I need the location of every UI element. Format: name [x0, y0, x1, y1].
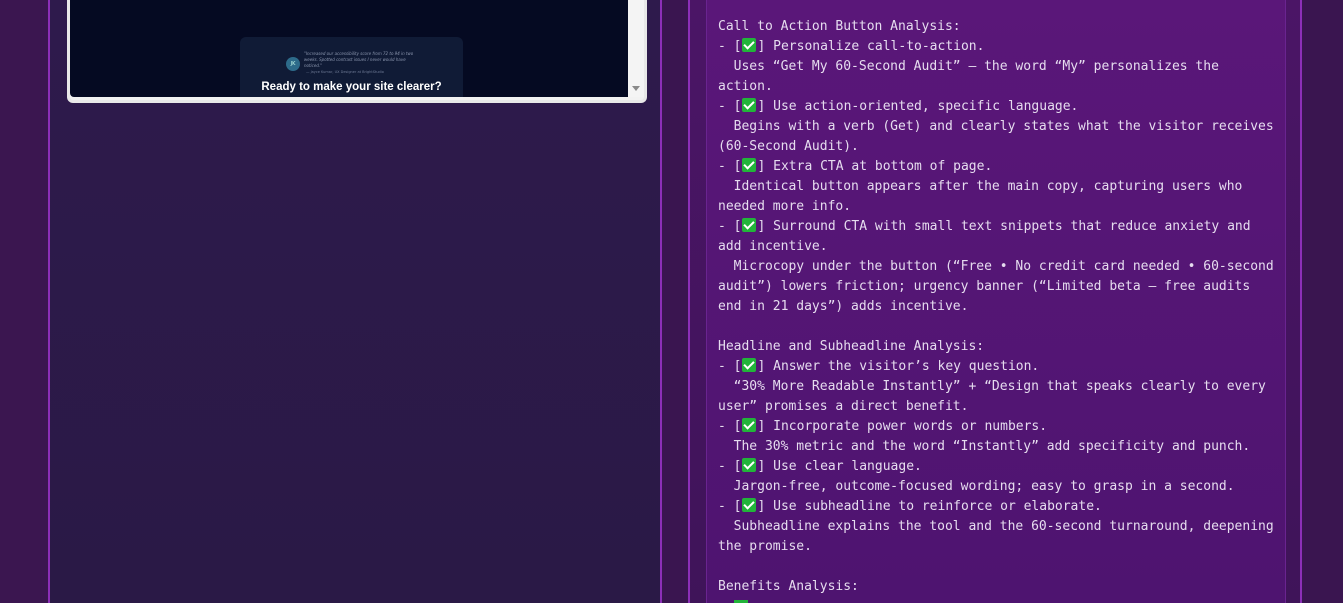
analysis-line: action. [718, 79, 773, 94]
analysis-text: Call to Action Button Analysis: - [] Pers… [718, 17, 1280, 597]
analysis-line: Headline and Subheadline Analysis: [718, 339, 985, 354]
testimonial-avatar: JK [286, 57, 300, 71]
scroll-down-arrow-icon[interactable] [632, 86, 640, 91]
checklist-item-text: Extra CTA at bottom of page. [773, 159, 993, 174]
checkmark-icon [742, 38, 757, 52]
analysis-line: Identical button appears after the main … [718, 179, 1243, 194]
analysis-line: Subheadline explains the tool and the 60… [718, 519, 1274, 534]
checklist-item: - [] Personalize call-to-action. [718, 38, 985, 54]
checkmark-icon [742, 98, 757, 112]
preview-viewport: JK "Increased our accessibility score fr… [70, 0, 628, 97]
analysis-line: The 30% metric and the word “Instantly” … [718, 439, 1251, 454]
checkmark-icon [742, 358, 757, 372]
checklist-item-text: Use action-oriented, specific language. [773, 99, 1079, 114]
testimonial-author: — Jayce Kumar, UX Designer at BrightStud… [306, 70, 384, 74]
outer-margin-right [1302, 0, 1343, 603]
checklist-item-text: Incorporate power words or numbers. [773, 419, 1048, 434]
analysis-line: Call to Action Button Analysis: [718, 19, 961, 34]
checklist-item: - [] Use action-oriented, specific langu… [718, 98, 1079, 114]
checkmark-icon [742, 218, 757, 232]
analysis-line: needed more info. [718, 199, 852, 214]
checklist-item-text: Surround CTA with small text snippets th… [773, 219, 1251, 234]
panel-gap [662, 0, 688, 603]
analysis-line: Benefits Analysis: [718, 579, 859, 594]
checklist-item: - [] Use subheadline to reinforce or ela… [718, 498, 1102, 514]
analysis-line: end in 21 days”) adds incentive. [718, 299, 969, 314]
analysis-panel: Call to Action Button Analysis: - [] Pers… [688, 0, 1302, 603]
cta-heading: Ready to make your site clearer? [261, 81, 442, 93]
preview-panel: JK "Increased our accessibility score fr… [48, 0, 662, 603]
analysis-line: add incentive. [718, 239, 828, 254]
checklist-item: - [] Answer the visitor’s key question. [718, 358, 1040, 374]
analysis-line: Uses “Get My 60-Second Audit” — the word… [718, 59, 1219, 74]
analysis-line: user” promises a direct benefit. [718, 399, 969, 414]
checkmark-icon [742, 158, 757, 172]
outer-margin-left [0, 0, 48, 603]
analysis-line: Microcopy under the button (“Free • No c… [718, 259, 1274, 274]
analysis-line: Jargon-free, outcome-focused wording; ea… [718, 479, 1235, 494]
landing-page-preview[interactable]: JK "Increased our accessibility score fr… [67, 0, 647, 103]
checkmark-icon [742, 498, 757, 512]
analysis-line: “30% More Readable Instantly” + “Design … [718, 379, 1266, 394]
checklist-item-text: Personalize call-to-action. [773, 39, 985, 54]
analysis-line: the promise. [718, 539, 812, 554]
checkmark-icon [742, 418, 757, 432]
cta-section: JK "Increased our accessibility score fr… [240, 37, 463, 97]
checkmark-icon [742, 458, 757, 472]
checklist-item: - [] Use clear language. [718, 458, 922, 474]
analysis-card: Call to Action Button Analysis: - [] Pers… [706, 0, 1286, 603]
testimonial-quote: "Increased our accessibility score from … [304, 51, 414, 68]
checklist-item-text: Answer the visitor’s key question. [773, 359, 1040, 374]
analysis-line: (60-Second Audit). [718, 139, 859, 154]
checklist-item: - [] Incorporate power words or numbers. [718, 418, 1048, 434]
analysis-line: Begins with a verb (Get) and clearly sta… [718, 119, 1274, 134]
preview-scrollbar[interactable] [628, 0, 644, 97]
checklist-item: - [] Extra CTA at bottom of page. [718, 158, 993, 174]
checklist-item-text: Use clear language. [773, 459, 922, 474]
checklist-item-text: Use subheadline to reinforce or elaborat… [773, 499, 1102, 514]
checklist-item: - [] Surround CTA with small text snippe… [718, 218, 1251, 234]
analysis-line: audit”) lowers friction; urgency banner … [718, 279, 1251, 294]
